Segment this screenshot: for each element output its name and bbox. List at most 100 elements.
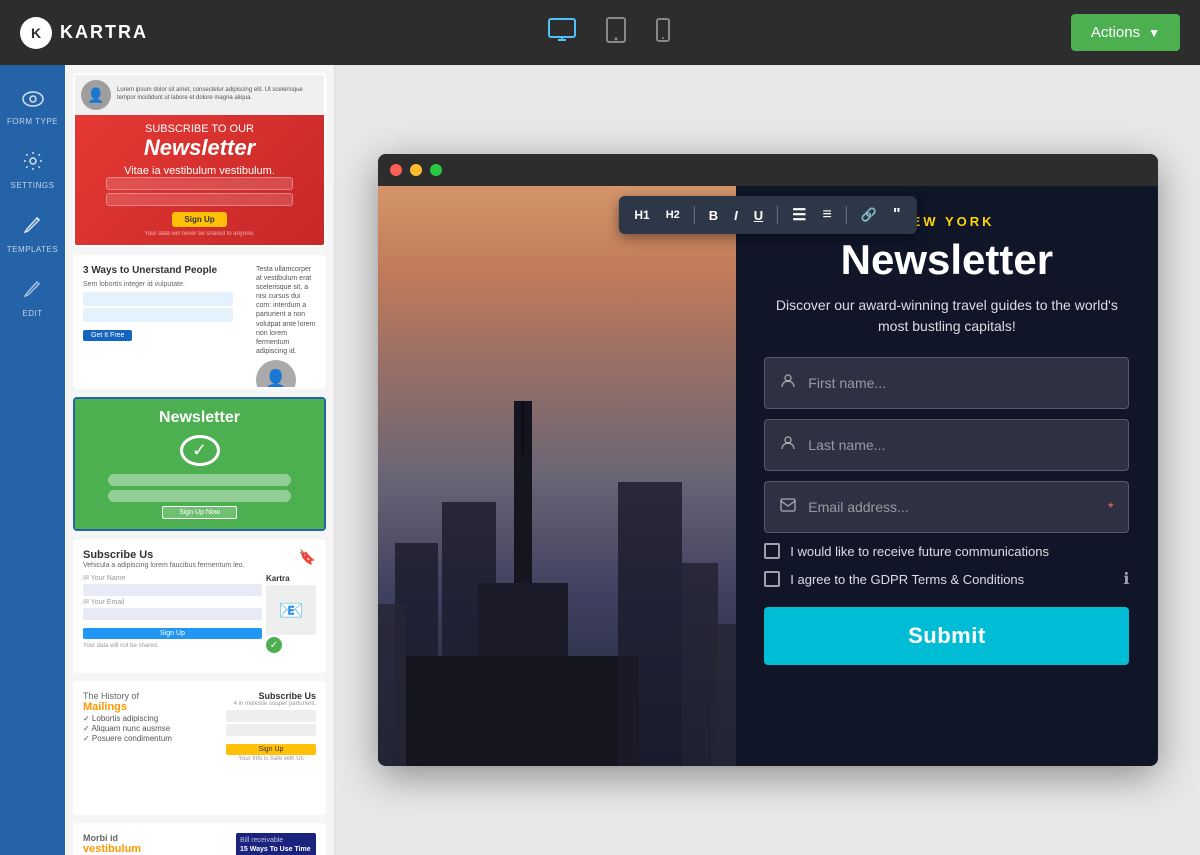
tpl5-right: Subscribe Us 4 in molestie souper partur… [226, 691, 316, 805]
template-card-6[interactable]: Morbi id vestibulum non elit Bill receiv… [73, 823, 326, 855]
first-name-field[interactable]: First name... [764, 357, 1129, 409]
sidebar-item-settings[interactable]: SETTINGS [0, 141, 65, 200]
tpl6-accent: vestibulum [83, 843, 141, 855]
tpl6-head: Morbi id [83, 833, 228, 843]
mobile-icon[interactable] [656, 18, 670, 48]
checkbox-2-label: I agree to the GDPR Terms & Conditions [790, 572, 1024, 587]
window-maximize-dot[interactable] [430, 164, 442, 176]
tpl4-field-name [83, 584, 262, 596]
sidebar-item-edit[interactable]: EDIT [0, 269, 65, 328]
tpl1-field-name [106, 177, 292, 190]
tpl6-right-title: 15 Ways To Use Time [240, 846, 312, 853]
desktop-icon[interactable] [548, 18, 576, 48]
actions-label: Actions [1091, 24, 1140, 41]
right-form-section: NEW YORK Newsletter Discover our award-w… [736, 186, 1157, 766]
first-name-placeholder: First name... [808, 375, 886, 391]
top-navigation: K KARTRA Actions ▼ [0, 0, 1200, 65]
chevron-down-icon: ▼ [1148, 26, 1160, 40]
sidebar-item-form-type[interactable]: FORM TYPE [0, 80, 65, 136]
logo-letter: K [31, 25, 41, 41]
main-layout: FORM TYPE SETTINGS TEMPLATES [0, 65, 1200, 855]
unordered-list-button[interactable]: ☰ [786, 202, 812, 228]
tpl4-row: ✉ Your Name ✉ Your Email Sign Up Your da… [83, 574, 316, 653]
form-container: NEW YORK Newsletter Discover our award-w… [378, 186, 1158, 766]
tpl5-label: The History of [83, 691, 218, 701]
tpl1-signup-btn: Sign Up [172, 212, 226, 227]
newsletter-description: Discover our award-winning travel guides… [764, 295, 1129, 337]
submit-label: Submit [908, 623, 986, 648]
template-preview-2: 3 Ways to Unerstand People Sem lobortis … [75, 257, 324, 387]
tpl2-left: 3 Ways to Unerstand People Sem lobortis … [83, 265, 250, 379]
tpl2-field-email [83, 308, 233, 322]
window-close-dot[interactable] [390, 164, 402, 176]
tpl2-btn: Get It Free [83, 330, 132, 341]
checkbox-row-2: I agree to the GDPR Terms & Conditions ℹ [764, 569, 1129, 589]
browser-window: H1 H2 B I U ☰ ≡ 🔗 " [378, 154, 1158, 766]
submit-button[interactable]: Submit [764, 607, 1129, 665]
template-card-5[interactable]: The History of Mailings ✓ Lobortis adipi… [73, 681, 326, 815]
ordered-list-button[interactable]: ≡ [817, 203, 838, 227]
template-card-3[interactable]: Newsletter ✓ Sign Up Now [73, 397, 326, 531]
tpl2-field-name [83, 292, 233, 306]
tpl1-field-email [106, 193, 292, 206]
tpl4-left: ✉ Your Name ✉ Your Email Sign Up Your da… [83, 574, 262, 653]
tpl5-field-name [226, 710, 316, 722]
heading2-button[interactable]: H2 [660, 206, 686, 224]
main-content: H1 H2 B I U ☰ ≡ 🔗 " [335, 65, 1200, 855]
link-button[interactable]: 🔗 [855, 204, 883, 226]
checkbox-1[interactable] [764, 543, 780, 559]
tpl3-bar-2 [108, 490, 291, 502]
tpl3-check-circle: ✓ [180, 435, 220, 466]
heading1-button[interactable]: H1 [628, 205, 655, 225]
pencil-icon [24, 215, 42, 241]
toolbar-divider-3 [846, 206, 847, 224]
info-icon[interactable]: ℹ [1123, 569, 1129, 589]
esb-widest [406, 656, 639, 766]
tpl4-title: Subscribe Us [83, 549, 244, 561]
tpl5-check-2: ✓ Aliquam nunc ausmse [83, 724, 218, 733]
italic-button[interactable]: I [728, 205, 744, 226]
tpl2-right: Testa ullamcorper at vestibulum erat sce… [256, 265, 316, 379]
logo-name: KARTRA [60, 22, 148, 43]
last-name-placeholder: Last name... [808, 437, 885, 453]
actions-button[interactable]: Actions ▼ [1071, 14, 1180, 51]
tpl5-check-1: ✓ Lobortis adipiscing [83, 714, 218, 723]
template-card-4[interactable]: Subscribe Us Vehicula a adipiscing lorem… [73, 539, 326, 673]
tpl3-title: Newsletter [159, 409, 240, 427]
person-icon-2 [780, 435, 796, 456]
tablet-icon[interactable] [606, 17, 626, 49]
template-card-1[interactable]: 👤 Lorem ipsum dolor sit amet, consectetu… [73, 73, 326, 247]
tpl6-left: Morbi id vestibulum non elit [83, 833, 228, 855]
template-panel: 👤 Lorem ipsum dolor sit amet, consectetu… [65, 65, 335, 855]
email-field[interactable]: Email address... * [764, 481, 1129, 533]
device-nav [548, 17, 670, 49]
tpl5-note: Your Info is Safe with Us [226, 756, 316, 762]
tpl4-bookmark-icon: 🔖 [299, 549, 316, 566]
person-icon-1 [780, 373, 796, 394]
email-placeholder: Email address... [808, 499, 1096, 515]
eye-icon [22, 90, 44, 113]
form-type-label: FORM TYPE [7, 117, 58, 126]
tpl2-avatar: 👤 [256, 360, 296, 389]
tpl5-heading: Mailings [83, 701, 218, 713]
bold-button[interactable]: B [703, 205, 724, 226]
template-preview-1: SUBSCRIBE TO OUR Newsletter Vitae ia ves… [75, 115, 324, 245]
templates-label: TEMPLATES [7, 245, 58, 254]
template-preview-5: The History of Mailings ✓ Lobortis adipi… [75, 683, 324, 813]
buildings-silhouette [378, 360, 737, 766]
sidebar-item-templates[interactable]: TEMPLATES [0, 205, 65, 264]
tpl4-right: Kartra 📧 ✓ [266, 574, 316, 653]
settings-label: SETTINGS [10, 181, 54, 190]
last-name-field[interactable]: Last name... [764, 419, 1129, 471]
tpl5-btn: Sign Up [226, 744, 316, 755]
esb-spire [521, 401, 525, 456]
template-card-2[interactable]: 3 Ways to Unerstand People Sem lobortis … [73, 255, 326, 389]
tpl3-btn: Sign Up Now [162, 506, 237, 519]
tpl1-note: Your data will never be shared to anyone… [144, 231, 254, 237]
underline-button[interactable]: U [748, 205, 769, 226]
logo: K KARTRA [20, 17, 148, 49]
quote-button[interactable]: " [887, 203, 907, 227]
edit-icon [24, 279, 42, 305]
checkbox-2[interactable] [764, 571, 780, 587]
window-minimize-dot[interactable] [410, 164, 422, 176]
